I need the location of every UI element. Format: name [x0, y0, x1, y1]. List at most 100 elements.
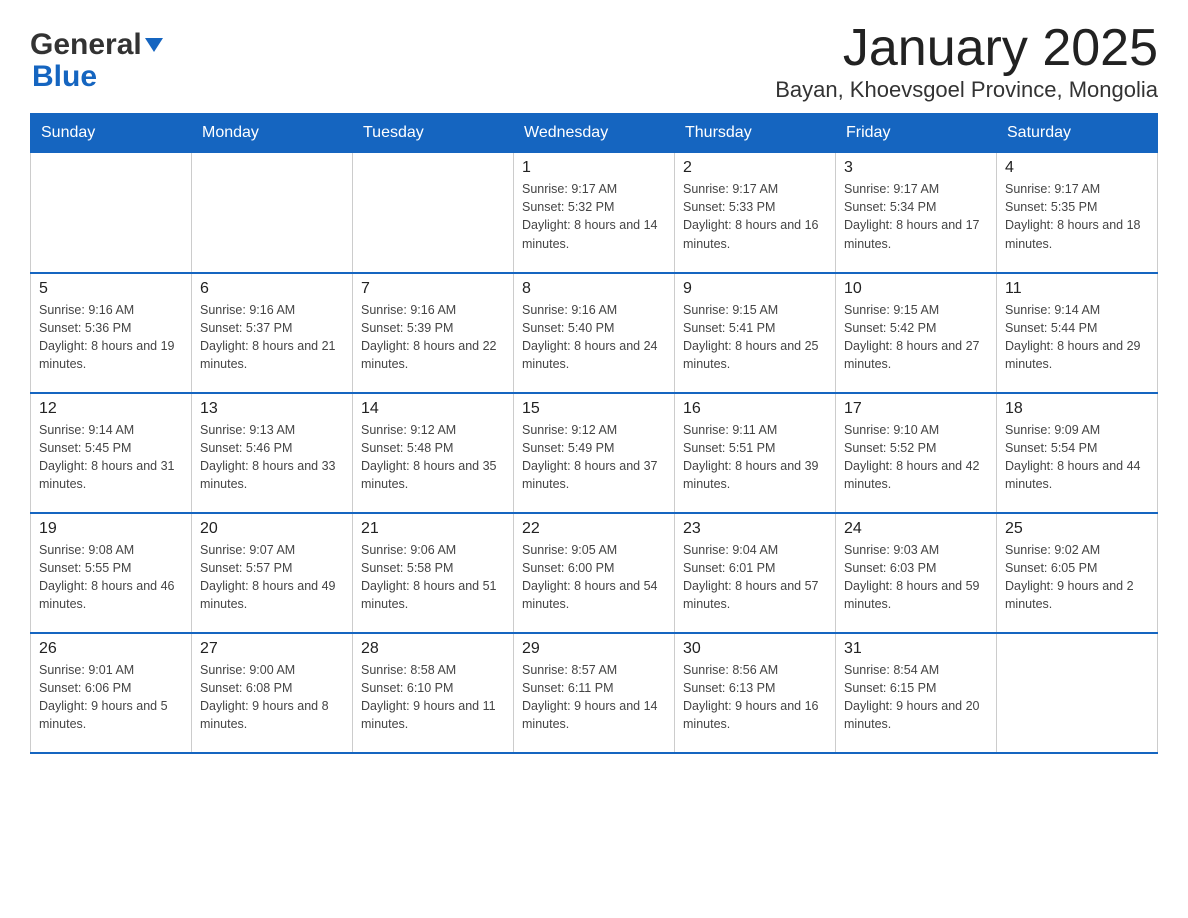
day-info: Sunrise: 9:17 AMSunset: 5:35 PMDaylight:… — [1005, 182, 1141, 250]
calendar-day-cell: 10 Sunrise: 9:15 AMSunset: 5:42 PMDaylig… — [836, 273, 997, 393]
day-info: Sunrise: 9:13 AMSunset: 5:46 PMDaylight:… — [200, 423, 336, 491]
day-number: 1 — [522, 159, 666, 177]
day-info: Sunrise: 9:09 AMSunset: 5:54 PMDaylight:… — [1005, 423, 1141, 491]
day-number: 19 — [39, 520, 183, 538]
header-friday: Friday — [836, 114, 997, 153]
calendar-day-cell: 4 Sunrise: 9:17 AMSunset: 5:35 PMDayligh… — [997, 153, 1158, 273]
day-info: Sunrise: 8:54 AMSunset: 6:15 PMDaylight:… — [844, 663, 980, 731]
day-number: 3 — [844, 159, 988, 177]
day-info: Sunrise: 9:05 AMSunset: 6:00 PMDaylight:… — [522, 543, 658, 611]
calendar-day-cell: 19 Sunrise: 9:08 AMSunset: 5:55 PMDaylig… — [31, 513, 192, 633]
day-number: 18 — [1005, 400, 1149, 418]
calendar-day-cell: 30 Sunrise: 8:56 AMSunset: 6:13 PMDaylig… — [675, 633, 836, 753]
calendar-title-group: January 2025 Bayan, Khoevsgoel Province,… — [775, 20, 1158, 103]
calendar-day-cell: 16 Sunrise: 9:11 AMSunset: 5:51 PMDaylig… — [675, 393, 836, 513]
calendar-day-cell: 28 Sunrise: 8:58 AMSunset: 6:10 PMDaylig… — [353, 633, 514, 753]
weekday-header-row: Sunday Monday Tuesday Wednesday Thursday… — [31, 114, 1158, 153]
calendar-day-cell: 21 Sunrise: 9:06 AMSunset: 5:58 PMDaylig… — [353, 513, 514, 633]
header-thursday: Thursday — [675, 114, 836, 153]
calendar-day-cell: 25 Sunrise: 9:02 AMSunset: 6:05 PMDaylig… — [997, 513, 1158, 633]
day-info: Sunrise: 9:14 AMSunset: 5:44 PMDaylight:… — [1005, 303, 1141, 371]
calendar-day-cell: 20 Sunrise: 9:07 AMSunset: 5:57 PMDaylig… — [192, 513, 353, 633]
calendar-day-cell: 1 Sunrise: 9:17 AMSunset: 5:32 PMDayligh… — [514, 153, 675, 273]
day-number: 5 — [39, 280, 183, 298]
day-info: Sunrise: 9:10 AMSunset: 5:52 PMDaylight:… — [844, 423, 980, 491]
day-number: 31 — [844, 640, 988, 658]
calendar-day-cell: 6 Sunrise: 9:16 AMSunset: 5:37 PMDayligh… — [192, 273, 353, 393]
logo-triangle-icon — [145, 38, 163, 57]
day-info: Sunrise: 8:56 AMSunset: 6:13 PMDaylight:… — [683, 663, 819, 731]
day-number: 7 — [361, 280, 505, 298]
day-info: Sunrise: 9:17 AMSunset: 5:33 PMDaylight:… — [683, 182, 819, 250]
day-number: 30 — [683, 640, 827, 658]
day-info: Sunrise: 9:02 AMSunset: 6:05 PMDaylight:… — [1005, 543, 1134, 611]
day-number: 13 — [200, 400, 344, 418]
calendar-day-cell — [997, 633, 1158, 753]
header-sunday: Sunday — [31, 114, 192, 153]
day-number: 12 — [39, 400, 183, 418]
day-number: 21 — [361, 520, 505, 538]
page-header: General Blue January 2025 Bayan, Khoevsg… — [30, 20, 1158, 103]
day-info: Sunrise: 9:16 AMSunset: 5:37 PMDaylight:… — [200, 303, 336, 371]
day-info: Sunrise: 9:15 AMSunset: 5:42 PMDaylight:… — [844, 303, 980, 371]
header-wednesday: Wednesday — [514, 114, 675, 153]
day-info: Sunrise: 8:57 AMSunset: 6:11 PMDaylight:… — [522, 663, 658, 731]
day-number: 24 — [844, 520, 988, 538]
calendar-week-row: 12 Sunrise: 9:14 AMSunset: 5:45 PMDaylig… — [31, 393, 1158, 513]
calendar-day-cell: 24 Sunrise: 9:03 AMSunset: 6:03 PMDaylig… — [836, 513, 997, 633]
day-info: Sunrise: 9:17 AMSunset: 5:34 PMDaylight:… — [844, 182, 980, 250]
day-number: 9 — [683, 280, 827, 298]
day-number: 27 — [200, 640, 344, 658]
day-info: Sunrise: 9:03 AMSunset: 6:03 PMDaylight:… — [844, 543, 980, 611]
day-number: 16 — [683, 400, 827, 418]
day-info: Sunrise: 9:01 AMSunset: 6:06 PMDaylight:… — [39, 663, 168, 731]
calendar-week-row: 26 Sunrise: 9:01 AMSunset: 6:06 PMDaylig… — [31, 633, 1158, 753]
logo-general-text: General — [30, 28, 142, 62]
day-number: 10 — [844, 280, 988, 298]
day-number: 26 — [39, 640, 183, 658]
day-number: 20 — [200, 520, 344, 538]
day-info: Sunrise: 9:11 AMSunset: 5:51 PMDaylight:… — [683, 423, 819, 491]
calendar-day-cell: 2 Sunrise: 9:17 AMSunset: 5:33 PMDayligh… — [675, 153, 836, 273]
calendar-week-row: 1 Sunrise: 9:17 AMSunset: 5:32 PMDayligh… — [31, 153, 1158, 273]
day-info: Sunrise: 9:04 AMSunset: 6:01 PMDaylight:… — [683, 543, 819, 611]
location-subtitle: Bayan, Khoevsgoel Province, Mongolia — [775, 77, 1158, 103]
day-number: 17 — [844, 400, 988, 418]
calendar-day-cell: 8 Sunrise: 9:16 AMSunset: 5:40 PMDayligh… — [514, 273, 675, 393]
calendar-day-cell: 11 Sunrise: 9:14 AMSunset: 5:44 PMDaylig… — [997, 273, 1158, 393]
day-number: 11 — [1005, 280, 1149, 298]
day-number: 4 — [1005, 159, 1149, 177]
header-tuesday: Tuesday — [353, 114, 514, 153]
logo-blue-text: Blue — [32, 60, 163, 94]
logo: General Blue — [30, 28, 163, 94]
day-info: Sunrise: 9:00 AMSunset: 6:08 PMDaylight:… — [200, 663, 329, 731]
calendar-day-cell: 14 Sunrise: 9:12 AMSunset: 5:48 PMDaylig… — [353, 393, 514, 513]
day-info: Sunrise: 9:15 AMSunset: 5:41 PMDaylight:… — [683, 303, 819, 371]
day-info: Sunrise: 9:07 AMSunset: 5:57 PMDaylight:… — [200, 543, 336, 611]
header-saturday: Saturday — [997, 114, 1158, 153]
calendar-week-row: 19 Sunrise: 9:08 AMSunset: 5:55 PMDaylig… — [31, 513, 1158, 633]
calendar-day-cell: 29 Sunrise: 8:57 AMSunset: 6:11 PMDaylig… — [514, 633, 675, 753]
calendar-day-cell: 23 Sunrise: 9:04 AMSunset: 6:01 PMDaylig… — [675, 513, 836, 633]
day-number: 15 — [522, 400, 666, 418]
calendar-day-cell: 13 Sunrise: 9:13 AMSunset: 5:46 PMDaylig… — [192, 393, 353, 513]
calendar-week-row: 5 Sunrise: 9:16 AMSunset: 5:36 PMDayligh… — [31, 273, 1158, 393]
day-info: Sunrise: 9:17 AMSunset: 5:32 PMDaylight:… — [522, 182, 658, 250]
calendar-day-cell: 5 Sunrise: 9:16 AMSunset: 5:36 PMDayligh… — [31, 273, 192, 393]
calendar-day-cell — [192, 153, 353, 273]
calendar-day-cell: 15 Sunrise: 9:12 AMSunset: 5:49 PMDaylig… — [514, 393, 675, 513]
day-number: 28 — [361, 640, 505, 658]
calendar-day-cell: 17 Sunrise: 9:10 AMSunset: 5:52 PMDaylig… — [836, 393, 997, 513]
calendar-day-cell: 22 Sunrise: 9:05 AMSunset: 6:00 PMDaylig… — [514, 513, 675, 633]
header-monday: Monday — [192, 114, 353, 153]
day-number: 29 — [522, 640, 666, 658]
day-info: Sunrise: 9:12 AMSunset: 5:48 PMDaylight:… — [361, 423, 497, 491]
calendar-day-cell: 9 Sunrise: 9:15 AMSunset: 5:41 PMDayligh… — [675, 273, 836, 393]
calendar-table: Sunday Monday Tuesday Wednesday Thursday… — [30, 113, 1158, 754]
calendar-day-cell: 31 Sunrise: 8:54 AMSunset: 6:15 PMDaylig… — [836, 633, 997, 753]
day-number: 25 — [1005, 520, 1149, 538]
calendar-day-cell: 7 Sunrise: 9:16 AMSunset: 5:39 PMDayligh… — [353, 273, 514, 393]
day-info: Sunrise: 9:08 AMSunset: 5:55 PMDaylight:… — [39, 543, 175, 611]
calendar-day-cell: 12 Sunrise: 9:14 AMSunset: 5:45 PMDaylig… — [31, 393, 192, 513]
day-number: 23 — [683, 520, 827, 538]
